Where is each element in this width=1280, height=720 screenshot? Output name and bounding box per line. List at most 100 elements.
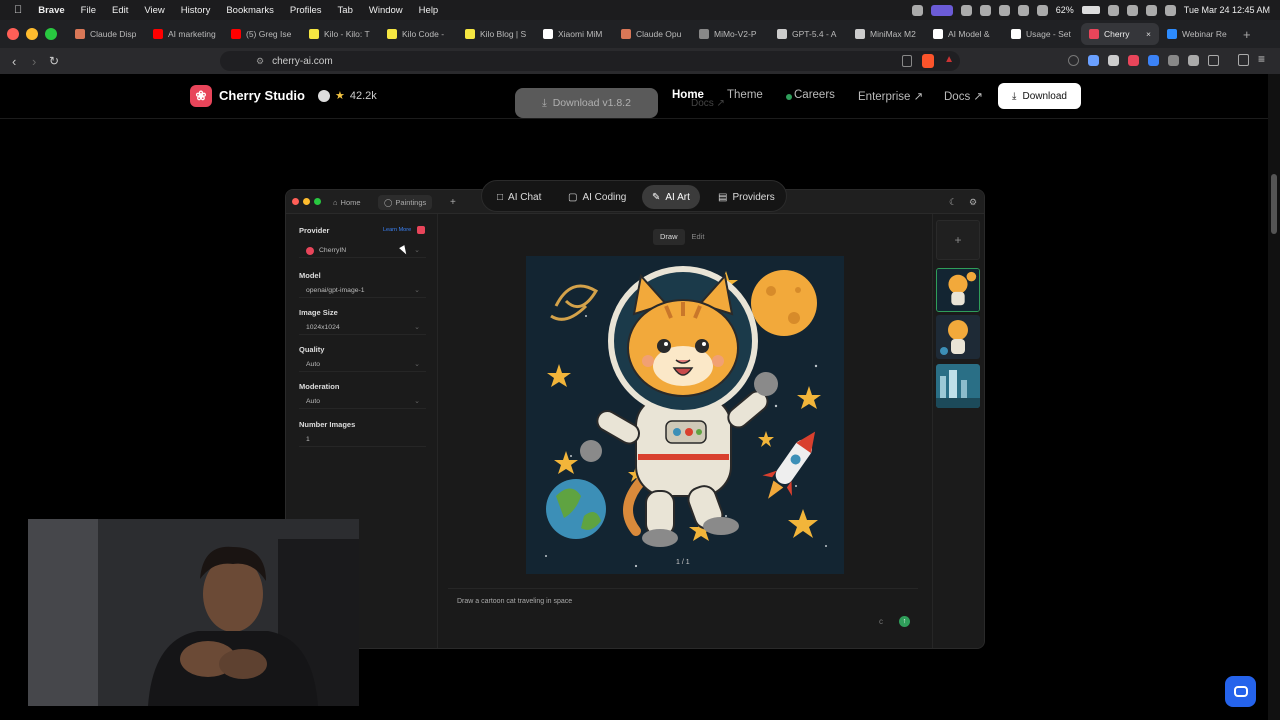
menu-icon[interactable]: ≡ — [1258, 52, 1265, 66]
extension-icon[interactable] — [1088, 55, 1099, 66]
prompt-box[interactable]: Draw a cartoon cat traveling in space ᴄ … — [448, 588, 918, 640]
browser-tab[interactable]: Claude Disp — [67, 23, 145, 45]
back-icon[interactable]: ‹ — [12, 54, 16, 69]
browser-tab[interactable]: GPT-5.4 - A — [769, 23, 847, 45]
browser-tab[interactable]: (5) Greg Ise — [223, 23, 301, 45]
browser-tab[interactable]: Webinar Re — [1159, 23, 1237, 45]
nav-theme[interactable]: Theme — [727, 89, 763, 101]
browser-tab[interactable]: Kilo - Kilo: T — [301, 23, 379, 45]
address-bar[interactable]: ⚙ cherry-ai.com ▲ — [220, 51, 960, 71]
new-tab-icon[interactable]: + — [1243, 27, 1251, 42]
edit-mode-tab[interactable]: Edit — [685, 229, 712, 245]
moderation-select[interactable]: Auto ⌄ — [299, 395, 426, 409]
browser-tab[interactable]: Usage - Set — [1003, 23, 1081, 45]
extension-icon[interactable] — [1068, 55, 1079, 66]
screen-record-icon[interactable] — [930, 4, 953, 16]
github-stars-link[interactable]: ★ 42.2k — [318, 89, 377, 102]
clock[interactable]: Tue Mar 24 12:45 AM — [1184, 5, 1270, 15]
status-icon[interactable] — [960, 4, 972, 16]
download-button[interactable]: ⤓ Download — [998, 83, 1081, 109]
leo-icon[interactable] — [1238, 54, 1249, 66]
close-window-button[interactable] — [7, 28, 19, 40]
browser-tab-active[interactable]: Cherry × — [1081, 23, 1159, 45]
extension-icon[interactable] — [1128, 55, 1139, 66]
history-thumbnail[interactable] — [936, 268, 980, 312]
extension-icon[interactable] — [1168, 55, 1179, 66]
extensions-puzzle-icon[interactable] — [1188, 55, 1199, 66]
status-icon[interactable] — [911, 4, 923, 16]
nav-home[interactable]: Home — [672, 89, 704, 101]
menu-profiles[interactable]: Profiles — [282, 5, 330, 16]
menu-window[interactable]: Window — [361, 5, 411, 16]
app-tab-home[interactable]: ⌂ Home — [327, 195, 367, 210]
app-tab-paintings[interactable]: ◯ Paintings — [378, 195, 433, 210]
control-center-icon[interactable] — [1145, 4, 1157, 16]
site-info-icon[interactable]: ⚙ — [256, 56, 264, 67]
model-select[interactable]: openai/gpt-image-1 ⌄ — [299, 284, 426, 298]
number-images-input[interactable]: 1 — [299, 433, 426, 447]
browser-tab[interactable]: Claude Opu — [613, 23, 691, 45]
wifi-icon[interactable] — [1107, 4, 1119, 16]
browser-tab[interactable]: Xiaomi MiM — [535, 23, 613, 45]
new-painting-button[interactable]: + — [936, 220, 980, 260]
minimize-window-button[interactable] — [26, 28, 38, 40]
menu-history[interactable]: History — [173, 5, 219, 16]
browser-tab[interactable]: AI marketing — [145, 23, 223, 45]
search-icon[interactable] — [1126, 4, 1138, 16]
forward-icon[interactable]: › — [32, 54, 36, 69]
nav-careers[interactable]: Careers — [794, 89, 835, 101]
status-icon[interactable] — [998, 4, 1010, 16]
brave-rewards-icon[interactable]: ▲ — [944, 54, 954, 65]
browser-tab[interactable]: MiniMax M2 — [847, 23, 925, 45]
menu-edit[interactable]: Edit — [104, 5, 136, 16]
reload-icon[interactable]: ↻ — [49, 54, 59, 68]
tab-ai-coding[interactable]: ▢ AI Coding — [558, 185, 636, 209]
theme-toggle-icon[interactable]: ☾ — [943, 195, 963, 210]
close-tab-icon[interactable]: × — [1146, 29, 1151, 39]
tab-ai-art[interactable]: ✎ AI Art — [642, 185, 700, 209]
menu-file[interactable]: File — [73, 5, 104, 16]
tab-ai-chat[interactable]: □ AI Chat — [487, 185, 551, 209]
support-chat-button[interactable] — [1225, 676, 1256, 707]
browser-tab[interactable]: AI Model & — [925, 23, 1003, 45]
scrollbar-thumb[interactable] — [1271, 174, 1277, 234]
battery-icon[interactable] — [1081, 6, 1100, 14]
sidebar-toggle-icon[interactable] — [1208, 55, 1219, 66]
browser-tab[interactable]: Kilo Code - — [379, 23, 457, 45]
share-icon[interactable] — [902, 55, 912, 67]
extension-icon[interactable] — [1148, 55, 1159, 66]
image-size-select[interactable]: 1024x1024 ⌄ — [299, 321, 426, 335]
app-add-tab-icon[interactable]: + — [444, 195, 462, 210]
cherry-logo-icon[interactable]: ❀ — [190, 85, 212, 107]
history-thumbnail[interactable] — [936, 315, 980, 359]
tab-providers[interactable]: ▤ Providers — [708, 185, 785, 209]
generated-image-astronaut-cat[interactable] — [526, 256, 844, 574]
menu-app-name[interactable]: Brave — [30, 5, 72, 16]
menu-help[interactable]: Help — [411, 5, 447, 16]
quality-select[interactable]: Auto ⌄ — [299, 358, 426, 372]
menu-tab[interactable]: Tab — [330, 5, 361, 16]
send-button[interactable]: ↑ — [899, 616, 910, 627]
translate-icon[interactable]: ᴄ — [879, 617, 883, 626]
learn-more-link[interactable]: Learn More — [383, 227, 411, 233]
status-icon[interactable] — [1036, 4, 1048, 16]
draw-mode-tab[interactable]: Draw — [653, 229, 685, 245]
settings-icon[interactable]: ⚙ — [963, 195, 983, 210]
brand-name[interactable]: Cherry Studio — [219, 88, 305, 103]
history-thumbnail[interactable] — [936, 364, 980, 408]
nav-enterprise[interactable]: Enterprise ↗ — [858, 89, 923, 103]
status-icon[interactable] — [979, 4, 991, 16]
brave-shields-icon[interactable] — [922, 54, 934, 68]
apple-icon[interactable]:  — [0, 4, 30, 16]
extension-icon[interactable] — [1108, 55, 1119, 66]
siri-icon[interactable] — [1164, 4, 1176, 16]
browser-tab[interactable]: MiMo-V2-P — [691, 23, 769, 45]
nav-docs[interactable]: Docs ↗ — [944, 89, 983, 103]
page-scrollbar[interactable] — [1268, 74, 1280, 720]
menu-bookmarks[interactable]: Bookmarks — [218, 5, 282, 16]
floating-download-button[interactable]: ⤓ Download v1.8.2 — [515, 88, 658, 118]
status-icon[interactable] — [1017, 4, 1029, 16]
zoom-window-button[interactable] — [45, 28, 57, 40]
browser-tab[interactable]: Kilo Blog | S — [457, 23, 535, 45]
menu-view[interactable]: View — [136, 5, 172, 16]
